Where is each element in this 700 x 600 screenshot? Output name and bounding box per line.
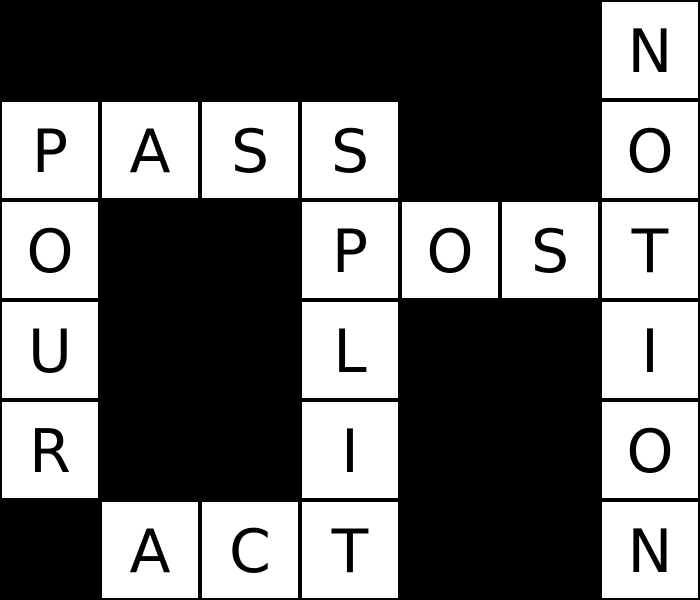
- crossword-cell-r5-c2[interactable]: C: [201, 501, 299, 599]
- cell-letter: A: [129, 117, 171, 187]
- crossword-cell-r5-c1[interactable]: A: [101, 501, 199, 599]
- crossword-cell-r0-c6[interactable]: N: [601, 1, 699, 99]
- crossword-cell-r3-c3[interactable]: L: [301, 301, 399, 399]
- cell-letter: U: [28, 317, 72, 387]
- cell-letter: S: [230, 117, 270, 187]
- cell-letter: I: [341, 417, 359, 487]
- crossword-cell-r1-c3[interactable]: S: [301, 101, 399, 199]
- crossword-cell-r1-c0[interactable]: P: [1, 101, 99, 199]
- cell-letter: N: [627, 517, 673, 587]
- crossword-cell-r4-c0[interactable]: R: [1, 401, 99, 499]
- crossword-cell-r3-c6[interactable]: I: [601, 301, 699, 399]
- cell-letter: P: [31, 117, 69, 187]
- cell-letter: O: [626, 417, 674, 487]
- crossword-cell-r5-c6[interactable]: N: [601, 501, 699, 599]
- crossword-cell-r1-c1[interactable]: A: [101, 101, 199, 199]
- cell-letter: O: [26, 217, 74, 287]
- crossword-cell-r2-c3[interactable]: P: [301, 201, 399, 299]
- crossword-cell-r1-c6[interactable]: O: [601, 101, 699, 199]
- cell-letter: T: [331, 517, 369, 587]
- crossword-cell-r2-c6[interactable]: T: [601, 201, 699, 299]
- crossword-cell-r4-c3[interactable]: I: [301, 401, 399, 499]
- cell-letter: P: [331, 217, 369, 287]
- cell-letter: I: [641, 317, 659, 387]
- cell-letter: S: [530, 217, 570, 287]
- cell-letter: L: [333, 317, 367, 387]
- cell-letter: N: [627, 17, 673, 87]
- crossword-cell-r3-c0[interactable]: U: [1, 301, 99, 399]
- cell-letter: S: [330, 117, 370, 187]
- cell-letter: A: [129, 517, 171, 587]
- crossword-cell-r4-c6[interactable]: O: [601, 401, 699, 499]
- cell-letter: T: [631, 217, 669, 287]
- crossword-cell-r5-c3[interactable]: T: [301, 501, 399, 599]
- cell-letter: R: [29, 417, 71, 487]
- cell-letter: C: [229, 517, 271, 587]
- crossword-cell-r2-c4[interactable]: O: [401, 201, 499, 299]
- crossword-board: NPASSOOPOSTULIRIOACTN: [0, 0, 700, 600]
- crossword-cell-r2-c5[interactable]: S: [501, 201, 599, 299]
- crossword-cell-r2-c0[interactable]: O: [1, 201, 99, 299]
- cell-letter: O: [626, 117, 674, 187]
- cell-letter: O: [426, 217, 474, 287]
- crossword-cell-r1-c2[interactable]: S: [201, 101, 299, 199]
